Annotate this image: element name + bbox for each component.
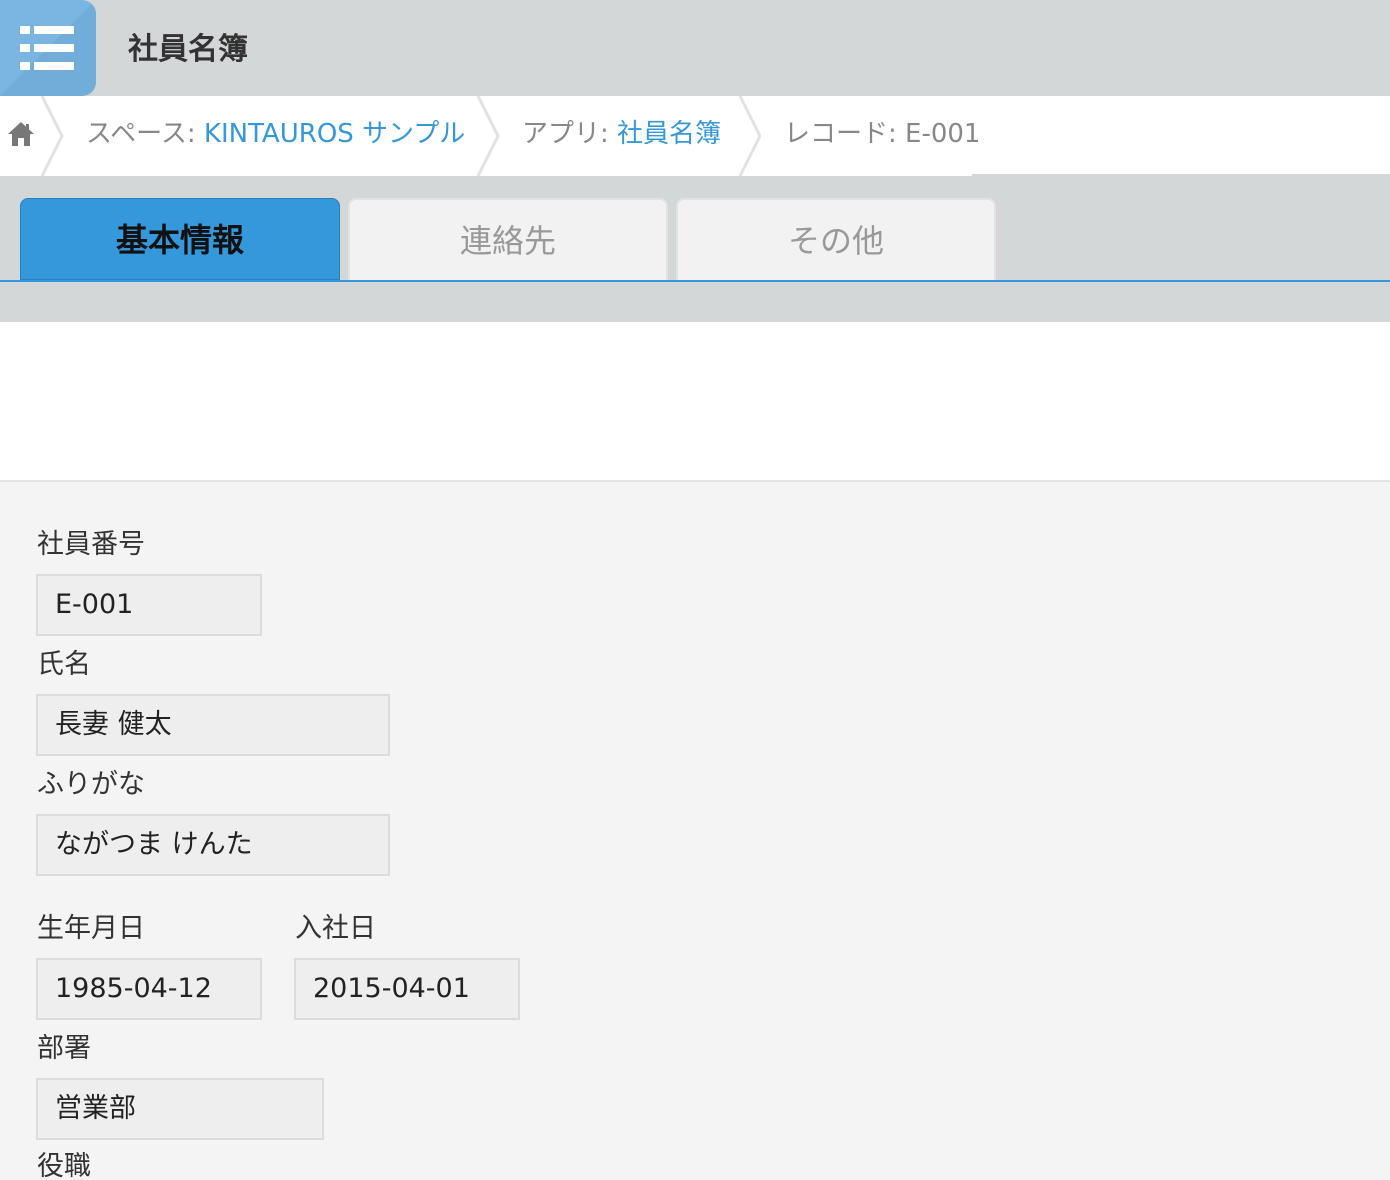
breadcrumb-separator-icon: [476, 96, 500, 176]
breadcrumb: スペース: KINTAUROS サンプル アプリ: 社員名簿 レコード: E-0…: [0, 96, 1390, 176]
position-label: 役職: [37, 1151, 91, 1180]
list-icon[interactable]: [0, 0, 96, 96]
app-title: 社員名簿: [128, 32, 248, 67]
tab-contact[interactable]: 連絡先: [348, 198, 668, 280]
name-field[interactable]: 長妻 健太: [36, 694, 390, 756]
breadcrumb-space-link[interactable]: KINTAUROS サンプル: [204, 119, 465, 149]
home-icon[interactable]: [6, 120, 36, 152]
breadcrumb-separator-icon: [40, 96, 64, 176]
employee-id-label: 社員番号: [37, 529, 145, 560]
join-date-field[interactable]: 2015-04-01: [294, 958, 520, 1020]
breadcrumb-separator-icon: [738, 96, 762, 176]
department-field[interactable]: 営業部: [36, 1078, 324, 1140]
furigana-field[interactable]: ながつま けんた: [36, 814, 390, 876]
tab-basic-info[interactable]: 基本情報: [20, 198, 340, 280]
join-date-label: 入社日: [295, 913, 376, 944]
app-header: 社員名簿: [0, 0, 1390, 96]
breadcrumb-app-link[interactable]: 社員名簿: [617, 119, 721, 149]
breadcrumb-record: レコード: E-001: [784, 119, 981, 149]
birth-date-field[interactable]: 1985-04-12: [36, 958, 262, 1020]
tab-other[interactable]: その他: [676, 198, 996, 280]
breadcrumb-space[interactable]: スペース: KINTAUROS サンプル: [86, 118, 465, 150]
birth-date-label: 生年月日: [37, 913, 145, 944]
content-spacer: [0, 322, 1390, 482]
department-label: 部署: [37, 1033, 91, 1064]
name-label: 氏名: [37, 649, 91, 680]
tab-underline: [0, 280, 1390, 282]
breadcrumb-app[interactable]: アプリ: 社員名簿: [522, 118, 721, 150]
furigana-label: ふりがな: [37, 769, 145, 800]
employee-id-field[interactable]: E-001: [36, 574, 262, 636]
tab-bar: 基本情報 連絡先 その他: [0, 176, 1390, 322]
